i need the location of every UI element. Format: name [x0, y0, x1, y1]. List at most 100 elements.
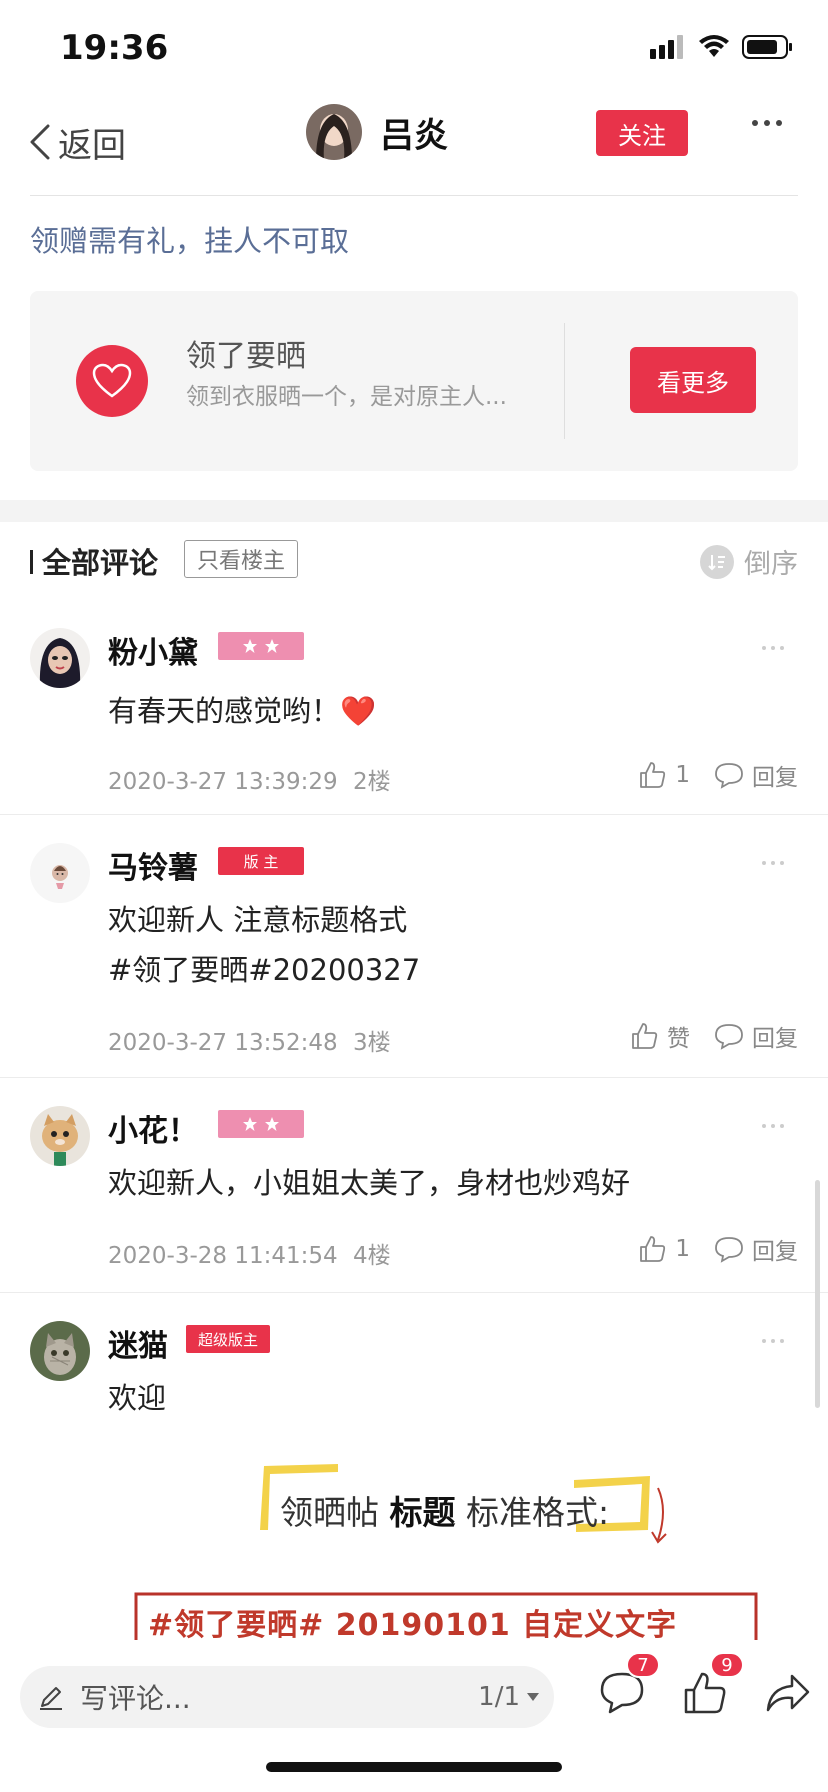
share-arrow-icon: [766, 1674, 810, 1712]
comment-author[interactable]: 马铃薯: [108, 843, 198, 887]
comment-input[interactable]: 写评论... 1/1: [20, 1666, 554, 1728]
thumbs-up-icon: [640, 762, 666, 788]
comment-time: 2020-3-28 11:41:54: [108, 1243, 338, 1269]
avatar[interactable]: [306, 104, 362, 160]
comment-item: 小花！ 欢迎新人，小姐姐太美了，身材也炒鸡好 2020-3-28 11:41:5…: [0, 1078, 828, 1292]
section-marker: [30, 550, 33, 574]
promo-title: 领了要晒: [186, 339, 306, 374]
back-label: 返回: [58, 125, 126, 166]
comment-floor: 4楼: [352, 1243, 391, 1269]
reply-label: 回复: [752, 765, 798, 791]
like-button[interactable]: 1: [637, 1234, 690, 1264]
caret-down-icon: [527, 1693, 539, 1701]
only-op-filter-button[interactable]: 只看楼主: [184, 540, 299, 578]
like-button[interactable]: 赞: [629, 1019, 690, 1053]
like-count-badge: 9: [710, 1652, 744, 1678]
level-badge: [218, 1110, 304, 1138]
comment-image[interactable]: 领晒帖 标题 标准格式: #领了要晒# 20190101 自定义文字: [128, 1460, 768, 1640]
avatar[interactable]: [30, 843, 90, 903]
thumbs-up-icon: [632, 1023, 658, 1049]
sort-button[interactable]: 倒序: [700, 542, 798, 581]
like-button[interactable]: 1: [637, 760, 690, 790]
dot-icon: [752, 120, 758, 126]
reply-label: 回复: [752, 1239, 798, 1265]
comment-text: 有春天的感觉哟！❤️: [108, 694, 377, 728]
comment-text: 欢迎新人，小姐姐太美了，身材也炒鸡好: [108, 1166, 631, 1200]
pencil-icon: [40, 1687, 62, 1710]
comment-meta: 2020-3-28 11:41:54 4楼: [108, 1236, 391, 1270]
nav-user[interactable]: 吕炎: [306, 104, 448, 160]
see-more-button[interactable]: 看更多: [630, 347, 756, 413]
comment-actions: 1 回复: [637, 1232, 798, 1266]
comments-header: 全部评论 只看楼主 倒序: [0, 522, 828, 594]
comment-more-button[interactable]: [762, 1124, 784, 1128]
format-caption: 领晒帖 标题 标准格式:: [280, 1493, 610, 1532]
status-bar: 19:36: [0, 0, 828, 96]
reply-button[interactable]: 回复: [714, 758, 798, 792]
reply-button[interactable]: 回复: [714, 1232, 798, 1266]
nav-user-name: 吕炎: [380, 115, 448, 156]
chevron-left-icon: [30, 124, 50, 160]
status-time: 19:36: [60, 28, 169, 68]
reply-button[interactable]: 回复: [714, 1019, 798, 1053]
avatar[interactable]: [30, 628, 90, 688]
comments-title: 全部评论: [42, 546, 159, 580]
promo-card: 领了要晒 领到衣服晒一个，是对原主人... 看更多: [30, 291, 798, 471]
comment-author[interactable]: 迷猫: [108, 1321, 168, 1365]
comment-actions: 赞 回复: [629, 1019, 798, 1053]
page-selector[interactable]: 1/1: [478, 1682, 540, 1712]
share-button[interactable]: [764, 1670, 820, 1726]
comment-floor: 3楼: [352, 1030, 391, 1056]
like-count: 1: [675, 762, 690, 788]
comments-button[interactable]: 7: [598, 1652, 660, 1726]
comment-time: 2020-3-27 13:39:29: [108, 769, 338, 795]
star-icon: [243, 639, 257, 653]
avatar[interactable]: [30, 1321, 90, 1381]
star-icon: [265, 639, 279, 653]
comment-more-button[interactable]: [762, 1339, 784, 1343]
wifi-icon: [699, 35, 729, 57]
comment-item: 粉小黛 有春天的感觉哟！❤️ 2020-3-27 13:39:29 2楼 1 回…: [0, 594, 828, 814]
like-post-button[interactable]: 9: [682, 1652, 744, 1726]
reply-label: 回复: [752, 1026, 798, 1052]
scrollbar: [815, 1180, 820, 1408]
back-button[interactable]: 返回: [28, 114, 126, 170]
follow-button[interactable]: 关注: [596, 110, 688, 156]
cellular-signal-icon: [650, 35, 683, 59]
battery-icon: [742, 35, 792, 59]
divider: [30, 195, 798, 196]
comment-meta: 2020-3-27 13:52:48 3楼: [108, 1023, 391, 1057]
speech-bubble-icon: [715, 763, 743, 789]
avatar[interactable]: [30, 1106, 90, 1166]
sort-label: 倒序: [744, 549, 798, 580]
comment-author[interactable]: 小花！: [108, 1106, 198, 1150]
section-divider: [0, 500, 828, 522]
more-options-button[interactable]: [752, 120, 782, 126]
speech-bubble-icon: [715, 1237, 743, 1263]
heart-icon: [76, 345, 148, 417]
comment-time: 2020-3-27 13:52:48: [108, 1030, 338, 1056]
like-label: 赞: [667, 1026, 690, 1052]
comment-author[interactable]: 粉小黛: [108, 628, 198, 672]
level-badge: [218, 632, 304, 660]
star-icon: [265, 1117, 279, 1131]
comment-more-button[interactable]: [762, 861, 784, 865]
moderator-badge: 版 主: [218, 847, 304, 875]
format-example: #领了要晒# 20190101 自定义文字: [148, 1608, 678, 1640]
home-indicator: [266, 1762, 562, 1772]
comment-more-button[interactable]: [762, 646, 784, 650]
comment-text: 欢迎: [108, 1381, 167, 1415]
thumbs-up-icon: [640, 1236, 666, 1262]
page-indicator: 1/1: [478, 1682, 520, 1712]
promo-description: 领到衣服晒一个，是对原主人...: [186, 384, 507, 410]
star-icon: [243, 1117, 257, 1131]
comment-count-badge: 7: [626, 1652, 660, 1678]
dot-icon: [776, 120, 782, 126]
comment-input-placeholder: 写评论...: [80, 1682, 191, 1715]
comment-item: 迷猫 超级版主 欢迎: [0, 1293, 828, 1453]
divider: [564, 323, 565, 439]
notice-text: 领赠需有礼，挂人不可取: [30, 224, 350, 258]
sort-icon: [700, 544, 734, 579]
comment-actions: 1 回复: [637, 758, 798, 792]
status-icons: [650, 34, 794, 60]
